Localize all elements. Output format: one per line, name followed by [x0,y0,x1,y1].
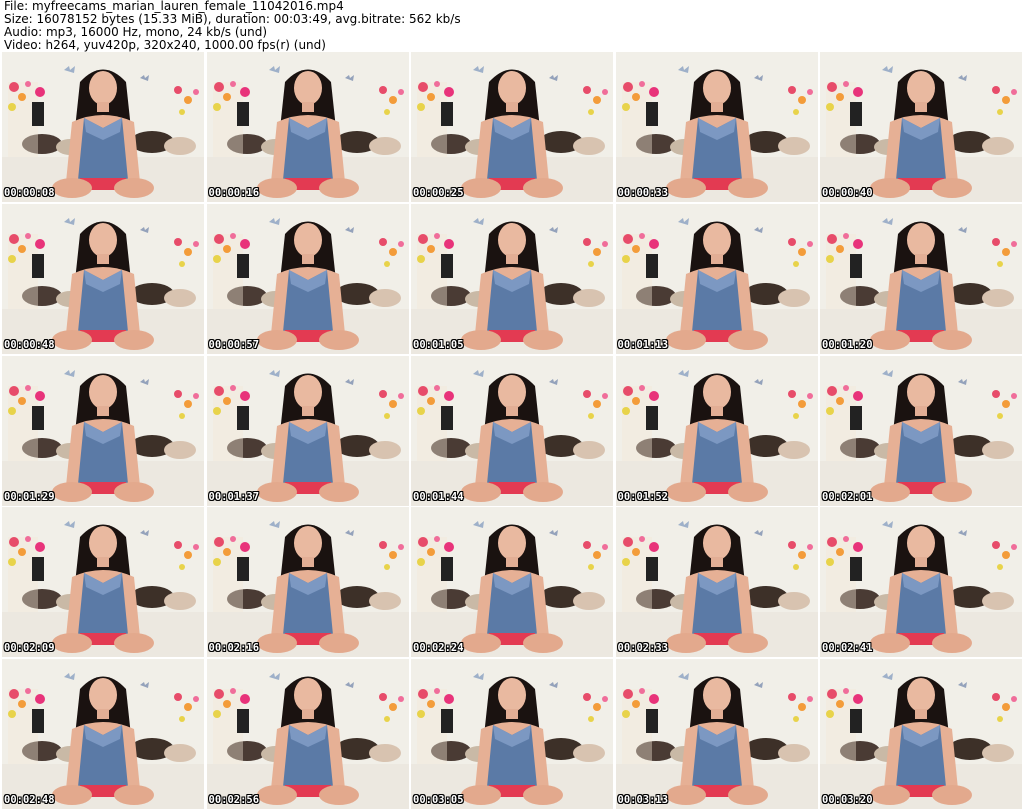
frame-image [206,52,409,202]
video-frame-thumbnail: 00:00:40 [820,52,1022,202]
frame-image [2,355,204,506]
frame-image [206,203,409,354]
thumbnail-timestamp: 00:00:08 [4,187,55,199]
frame-image [615,659,818,809]
frame-image [820,507,1022,658]
thumbnail-timestamp: 00:02:33 [617,642,669,655]
video-frame-thumbnail: 00:02:56 [206,659,409,809]
thumbnail-timestamp: 00:00:48 [4,338,55,351]
video-frame-thumbnail: 00:01:20 [820,203,1022,354]
thumbnail-timestamp: 00:00:57 [208,338,260,351]
frame-image [411,507,613,658]
thumbnail-timestamp: 00:00:33 [617,187,669,199]
video-frame-thumbnail: 00:00:08 [2,52,204,202]
video-frame-thumbnail: 00:01:37 [206,355,409,506]
file-name-line: File: myfreecams_marian_lauren_female_11… [4,0,344,13]
thumbnail-timestamp: 00:03:05 [413,794,464,806]
video-frame-thumbnail: 00:02:09 [2,507,204,658]
frame-image [206,507,409,658]
video-frame-thumbnail: 00:00:25 [411,52,613,202]
frame-image [411,52,613,202]
video-frame-thumbnail: 00:00:48 [2,203,204,354]
file-size-line: Size: 16078152 bytes (15.33 MiB), durati… [4,13,461,26]
video-info-line: Video: h264, yuv420p, 320x240, 1000.00 f… [4,39,326,52]
thumbnail-timestamp: 00:01:37 [208,490,260,503]
thumbnail-timestamp: 00:00:40 [822,187,873,199]
thumbnail-timestamp: 00:01:05 [413,338,464,351]
frame-image [411,203,613,354]
audio-info-line: Audio: mp3, 16000 Hz, mono, 24 kb/s (und… [4,26,268,39]
thumbnail-timestamp: 00:02:41 [822,642,873,655]
thumbnail-timestamp: 00:02:01 [822,490,873,503]
frame-image [2,659,204,809]
thumbnail-timestamp: 00:03:13 [617,794,669,806]
video-frame-thumbnail: 00:01:29 [2,355,204,506]
video-frame-thumbnail: 00:01:13 [615,203,818,354]
video-frame-thumbnail: 00:01:52 [615,355,818,506]
frame-image [2,507,204,658]
thumbnail-timestamp: 00:01:52 [617,490,669,503]
thumbnail-timestamp: 00:02:09 [4,642,55,655]
frame-image [615,355,818,506]
frame-image [820,203,1022,354]
video-frame-thumbnail: 00:02:41 [820,507,1022,658]
frame-image [615,52,818,202]
thumbnail-timestamp: 00:01:44 [413,490,464,503]
video-frame-thumbnail: 00:03:20 [820,659,1022,809]
thumbnail-timestamp: 00:00:25 [413,187,464,199]
video-frame-thumbnail: 00:01:44 [411,355,613,506]
frame-image [615,507,818,658]
video-frame-thumbnail: 00:03:05 [411,659,613,809]
video-frame-thumbnail: 00:02:48 [2,659,204,809]
video-frame-thumbnail: 00:02:16 [206,507,409,658]
frame-image [820,659,1022,809]
frame-image [206,659,409,809]
thumbnail-timestamp: 00:03:20 [822,794,873,806]
video-frame-thumbnail: 00:03:13 [615,659,818,809]
frame-image [820,355,1022,506]
video-frame-thumbnail: 00:02:24 [411,507,613,658]
frame-image [2,203,204,354]
frame-image [2,52,204,202]
thumbnail-timestamp: 00:02:56 [208,794,260,806]
thumbnail-grid: 00:00:08 00:00:16 00:00:25 00:00:33 00:0… [2,52,1022,809]
thumbnail-timestamp: 00:01:20 [822,338,873,351]
video-frame-thumbnail: 00:02:33 [615,507,818,658]
video-frame-thumbnail: 00:01:05 [411,203,613,354]
thumbnail-timestamp: 00:00:16 [208,187,260,199]
video-frame-thumbnail: 00:00:57 [206,203,409,354]
frame-image [206,355,409,506]
video-frame-thumbnail: 00:00:33 [615,52,818,202]
frame-image [411,355,613,506]
frame-image [411,659,613,809]
frame-image [820,52,1022,202]
thumbnail-timestamp: 00:01:13 [617,338,669,351]
thumbnail-timestamp: 00:02:16 [208,642,260,655]
video-frame-thumbnail: 00:00:16 [206,52,409,202]
frame-image [615,203,818,354]
video-frame-thumbnail: 00:02:01 [820,355,1022,506]
file-info-header: File: myfreecams_marian_lauren_female_11… [4,0,1020,52]
thumbnail-timestamp: 00:02:24 [413,642,464,655]
thumbnail-timestamp: 00:01:29 [4,490,55,503]
thumbnail-timestamp: 00:02:48 [4,794,55,806]
